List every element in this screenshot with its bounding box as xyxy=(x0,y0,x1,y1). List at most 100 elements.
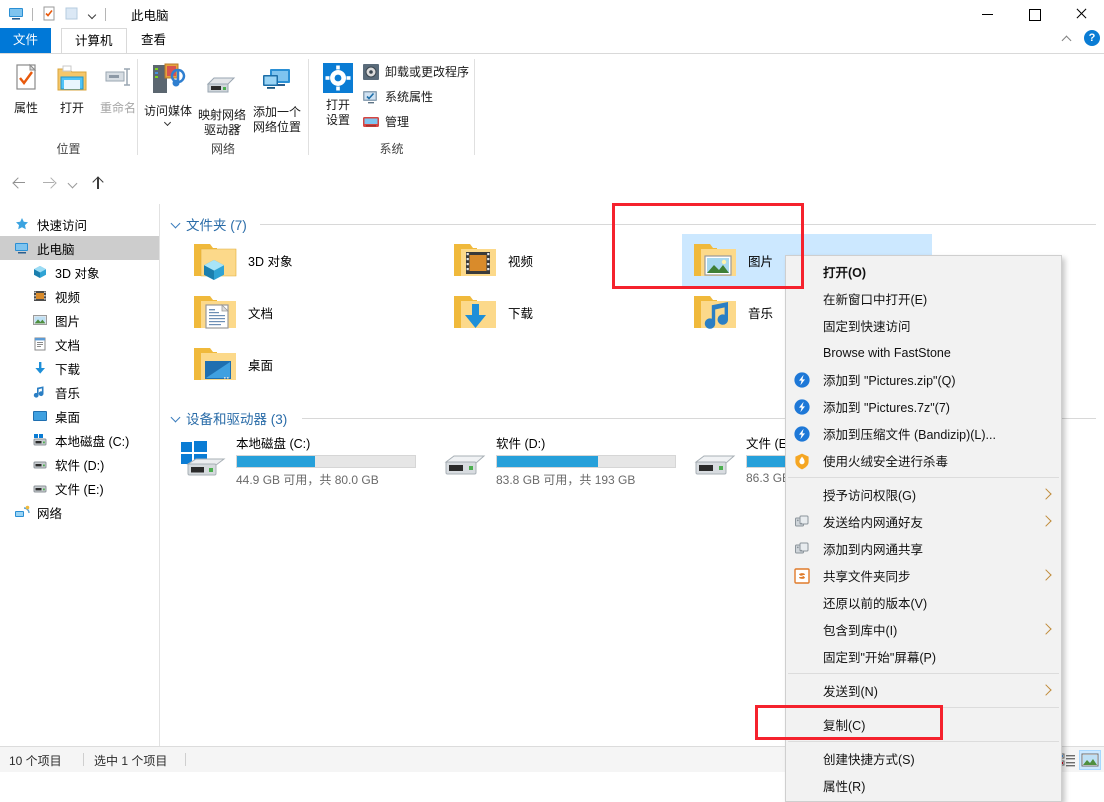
context-menu-item[interactable]: Browse with FastStone xyxy=(786,339,1061,366)
context-menu-item[interactable]: 添加到 "Pictures.zip"(Q) xyxy=(786,366,1061,393)
sidebar-item-1[interactable]: 此电脑 xyxy=(0,236,159,260)
group-header-folders[interactable]: 文件夹 (7) xyxy=(168,214,247,234)
back-arrow-icon xyxy=(14,178,25,188)
forward-button[interactable] xyxy=(37,171,61,195)
context-menu-item-label: 在新窗口中打开(E) xyxy=(823,293,928,307)
tab-view[interactable]: 查看 xyxy=(128,28,179,53)
context-menu-item-label: 发送到(N) xyxy=(823,685,878,699)
ribbon-button-open-settings[interactable]: 打开 设置 xyxy=(316,58,360,133)
sidebar-item-9[interactable]: 本地磁盘 (C:) xyxy=(0,428,159,452)
group-divider xyxy=(474,59,475,155)
context-menu-item-label: 授予访问权限(G) xyxy=(823,489,917,503)
chevron-expand-icon[interactable] xyxy=(168,216,184,232)
navigation-pane[interactable]: 快速访问 此电脑 3D 对象视频 图片 文档 下载音乐桌面 本地磁盘 (C:) 软件 (D:)… xyxy=(0,204,160,754)
help-icon[interactable]: ? xyxy=(1084,30,1100,46)
sidebar-item-6[interactable]: 下载 xyxy=(0,356,159,380)
context-menu-item[interactable]: 发送给内网通好友 xyxy=(786,508,1061,535)
ribbon-button-system-properties[interactable]: 系统属性 xyxy=(362,86,470,107)
up-button[interactable] xyxy=(85,171,109,195)
ribbon-button-properties[interactable]: 属性 xyxy=(4,58,48,120)
context-menu-item[interactable]: 添加到压缩文件 (Bandizip)(L)... xyxy=(786,420,1061,447)
new-folder-icon[interactable] xyxy=(62,4,82,24)
folder-tile[interactable]: 视频 xyxy=(442,234,692,286)
group-divider xyxy=(260,224,1096,225)
minimize-button[interactable] xyxy=(966,0,1012,28)
context-menu-item[interactable]: 固定到快速访问 xyxy=(786,312,1061,339)
context-menu-item[interactable]: 使用火绒安全进行杀毒 xyxy=(786,447,1061,474)
group-header-drives[interactable]: 设备和驱动器 (3) xyxy=(168,408,287,428)
sidebar-item-5[interactable]: 文档 xyxy=(0,332,159,356)
ribbon-button-add-network-location[interactable]: 添加一个 网络位置 xyxy=(250,58,304,134)
properties-icon xyxy=(16,63,37,90)
qat-dropdown-icon[interactable] xyxy=(85,4,99,24)
context-menu-item[interactable]: 发送到(N) xyxy=(786,677,1061,704)
divider xyxy=(83,753,84,766)
sidebar-item-10[interactable]: 软件 (D:) xyxy=(0,452,159,476)
maximize-button[interactable] xyxy=(1012,0,1058,28)
chevron-down-icon[interactable] xyxy=(164,118,172,126)
no-icon xyxy=(793,317,813,335)
large-icons-view-button[interactable] xyxy=(1079,750,1101,770)
ribbon-group-system: 打开 设置 卸载或更改程序 系统属性 管理 系统 xyxy=(309,54,474,161)
context-menu-item[interactable]: 创建快捷方式(S) xyxy=(786,745,1061,772)
computer-icon[interactable] xyxy=(6,4,26,24)
submenu-arrow-icon xyxy=(1040,569,1052,581)
context-menu[interactable]: 打开(O) 在新窗口中打开(E) 固定到快速访问 Browse with FastSt… xyxy=(785,255,1062,802)
close-button[interactable] xyxy=(1058,0,1104,28)
collapse-ribbon-icon[interactable] xyxy=(1059,30,1075,46)
drive-free-space: 83.8 GB 可用，共 193 GB xyxy=(496,473,636,487)
sidebar-item-7[interactable]: 音乐 xyxy=(0,380,159,404)
rename-icon xyxy=(105,68,130,86)
context-menu-item[interactable]: 包含到库中(I) xyxy=(786,616,1061,643)
context-menu-item[interactable]: 打开(O) xyxy=(786,258,1061,285)
ribbon-button-label: 卸载或更改程序 xyxy=(385,65,470,79)
chevron-expand-icon[interactable] xyxy=(168,410,184,426)
context-menu-item[interactable]: 添加到 "Pictures.7z"(7) xyxy=(786,393,1061,420)
divider xyxy=(105,7,106,21)
properties-icon[interactable] xyxy=(39,4,59,24)
ribbon-button-manage[interactable]: 管理 xyxy=(362,111,470,132)
sidebar-item-label: 音乐 xyxy=(55,386,81,401)
ribbon-button-open[interactable]: 打开 xyxy=(50,58,94,120)
context-menu-item-label: 固定到"开始"屏幕(P) xyxy=(823,651,937,665)
tab-computer[interactable]: 计算机 xyxy=(61,28,127,54)
drive-tile[interactable]: 本地磁盘 (C:) 44.9 GB 可用，共 80.0 GB xyxy=(172,430,432,487)
chevron-down-icon[interactable] xyxy=(234,121,242,129)
context-menu-item[interactable]: 在新窗口中打开(E) xyxy=(786,285,1061,312)
no-icon xyxy=(793,594,813,612)
folder-tile[interactable]: 3D 对象 xyxy=(182,234,432,286)
sidebar-item-4[interactable]: 图片 xyxy=(0,308,159,332)
folder-tile[interactable]: 桌面 xyxy=(182,338,432,390)
ribbon-button-access-media[interactable]: 访问媒体 xyxy=(142,58,194,133)
up-arrow-icon xyxy=(92,177,103,189)
sidebar-item-11[interactable]: 文件 (E:) xyxy=(0,476,159,500)
sidebar-item-label: 3D 对象 xyxy=(55,266,100,281)
folder-3d-icon xyxy=(190,236,240,284)
context-menu-item[interactable]: 还原以前的版本(V) xyxy=(786,589,1061,616)
add-network-location-icon xyxy=(263,69,290,89)
no-icon xyxy=(793,716,813,734)
videos-icon xyxy=(32,288,48,304)
folder-tile[interactable]: 下载 xyxy=(442,286,692,338)
back-button[interactable] xyxy=(8,171,32,195)
ribbon-button-rename[interactable]: 重命名 xyxy=(96,58,140,120)
folder-pictures-icon xyxy=(690,236,740,284)
context-menu-item[interactable]: 属性(R) xyxy=(786,772,1061,799)
sidebar-item-2[interactable]: 3D 对象 xyxy=(0,260,159,284)
ribbon-button-uninstall-program[interactable]: 卸载或更改程序 xyxy=(362,61,470,82)
computer-icon xyxy=(14,240,30,256)
context-menu-item[interactable]: S 共享文件夹同步 xyxy=(786,562,1061,589)
ribbon-button-map-drive[interactable]: 映射网络 驱动器 xyxy=(196,58,248,137)
drive-tile[interactable]: 软件 (D:) 83.8 GB 可用，共 193 GB xyxy=(432,430,692,487)
context-menu-item[interactable]: 授予访问权限(G) xyxy=(786,481,1061,508)
sidebar-item-12[interactable]: 网络 xyxy=(0,500,159,524)
context-menu-item[interactable]: 添加到内网通共享 xyxy=(786,535,1061,562)
context-menu-item[interactable]: 固定到"开始"屏幕(P) xyxy=(786,643,1061,670)
sidebar-item-8[interactable]: 桌面 xyxy=(0,404,159,428)
tab-file[interactable]: 文件 xyxy=(0,28,52,53)
sidebar-item-3[interactable]: 视频 xyxy=(0,284,159,308)
context-menu-item[interactable]: 复制(C) xyxy=(786,711,1061,738)
sidebar-item-0[interactable]: 快速访问 xyxy=(0,212,159,236)
recent-locations-button[interactable] xyxy=(62,171,86,195)
folder-tile[interactable]: 文档 xyxy=(182,286,432,338)
